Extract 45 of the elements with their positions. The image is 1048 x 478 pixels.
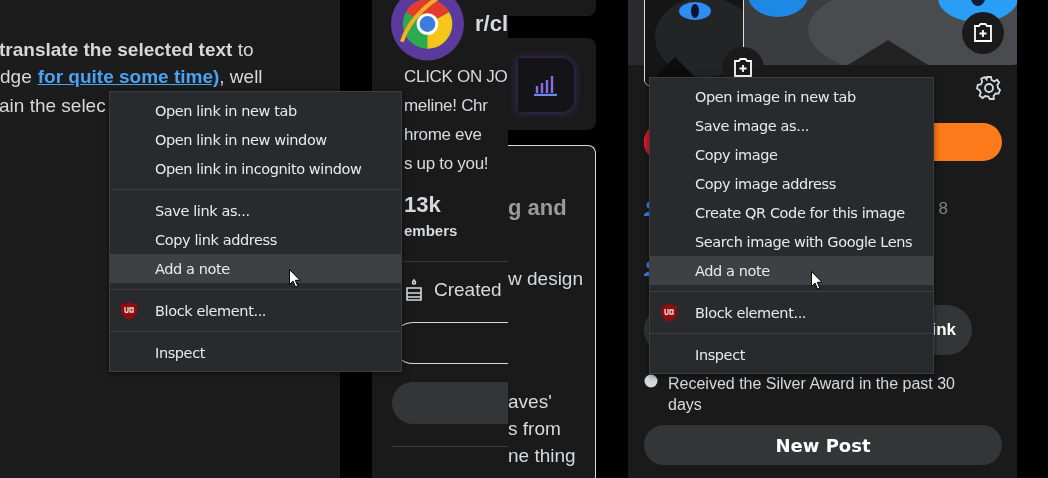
- menu-item[interactable]: Open link in incognito window: [110, 154, 401, 183]
- article-link[interactable]: for quite some time): [37, 64, 220, 90]
- new-post-button[interactable]: New Post: [644, 425, 1002, 465]
- menu-item[interactable]: Inspect: [110, 338, 401, 367]
- menu-item[interactable]: Open image in new tab: [650, 82, 933, 111]
- card-text: g and: [508, 194, 568, 221]
- award-text: Received the Silver Award in the past 30 days: [668, 374, 956, 415]
- subreddit-description: meline! Chr: [404, 95, 489, 117]
- stats-button[interactable]: [518, 58, 574, 112]
- menu-item[interactable]: Block element...: [110, 296, 401, 325]
- award-icon: [644, 373, 658, 389]
- article-text: , well: [219, 65, 263, 89]
- menu-item[interactable]: Open link in new tab: [110, 96, 401, 125]
- menu-item[interactable]: Copy image address: [650, 169, 933, 198]
- cursor-icon: [289, 269, 301, 288]
- card-text: s from: [508, 417, 562, 441]
- menu-item[interactable]: Save link as...: [110, 196, 401, 225]
- menu-item[interactable]: Inspect: [650, 340, 933, 369]
- card-text: aves': [508, 390, 553, 414]
- members-label: embers: [404, 222, 459, 239]
- shield-icon: [121, 302, 137, 320]
- settings-icon[interactable]: [976, 75, 1002, 101]
- card-text: w design: [508, 267, 584, 291]
- member-count: 13k: [404, 192, 442, 218]
- menu-item[interactable]: Copy image: [650, 140, 933, 169]
- bar-chart-icon: [533, 74, 559, 96]
- stat-value: 8: [938, 199, 948, 219]
- article-text: dge: [0, 65, 32, 89]
- menu-item[interactable]: Save image as...: [650, 111, 933, 140]
- cake-icon: [404, 278, 424, 302]
- subreddit-description: hrome eve: [404, 124, 483, 146]
- subreddit-description: s up to you!: [404, 153, 490, 175]
- article-text: translate the selected text to: [0, 38, 254, 62]
- subreddit-name[interactable]: r/cl: [474, 11, 508, 37]
- menu-item[interactable]: Block element...: [650, 298, 933, 327]
- cursor-icon: [811, 271, 823, 290]
- menu-item[interactable]: Copy link address: [110, 225, 401, 254]
- shield-icon: [661, 304, 677, 322]
- card-text: ne thing: [508, 444, 577, 468]
- subreddit-description: CLICK ON JO: [404, 66, 508, 88]
- article-text: ain the selec: [0, 94, 106, 118]
- menu-item[interactable]: Open link in new window: [110, 125, 401, 154]
- created-date: Created: [434, 279, 502, 301]
- menu-item[interactable]: Search image with Google Lens: [650, 227, 933, 256]
- menu-item[interactable]: Create QR Code for this image: [650, 198, 933, 227]
